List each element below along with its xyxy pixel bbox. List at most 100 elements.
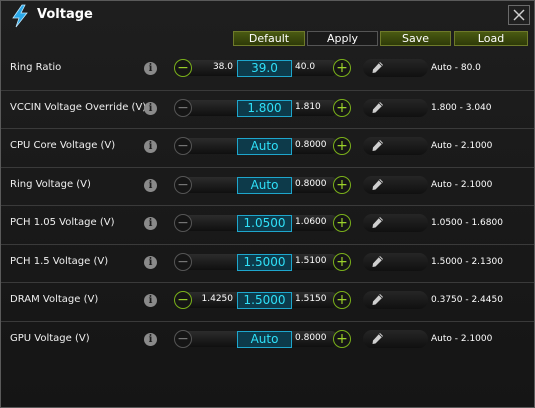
pencil-icon — [372, 62, 383, 73]
value-range: Auto - 2.1000 — [431, 179, 493, 190]
increment-button[interactable]: + — [333, 214, 351, 232]
decrement-button[interactable]: − — [174, 214, 192, 232]
setting-label: CPU Core Voltage (V) — [10, 140, 116, 151]
setting-label: Ring Voltage (V) — [10, 178, 91, 190]
manual-value-input[interactable] — [363, 137, 428, 155]
minus-icon: − — [177, 215, 189, 231]
decrement-button[interactable]: − — [174, 137, 192, 155]
title-bar: Voltage — [1, 1, 534, 31]
value-range: 1.5000 - 2.1300 — [431, 256, 503, 267]
info-icon[interactable]: i — [144, 140, 157, 153]
close-button[interactable] — [508, 5, 530, 25]
upper-step-value: 40.0 — [295, 62, 316, 72]
manual-value-input[interactable] — [363, 329, 428, 348]
setting-label: DRAM Voltage (V) — [10, 294, 99, 305]
pencil-icon — [372, 294, 383, 305]
value-range: Auto - 2.1000 — [431, 333, 493, 344]
pencil-icon — [372, 255, 383, 267]
minus-icon: − — [177, 253, 189, 270]
manual-value-input[interactable] — [363, 59, 428, 77]
manual-value-input[interactable] — [363, 214, 428, 232]
value-range: Auto - 2.1000 — [431, 141, 493, 151]
lower-step-value: 38.0 — [212, 62, 233, 72]
increment-button[interactable]: + — [333, 329, 351, 348]
save-button[interactable]: Save — [380, 31, 451, 46]
setting-row: CPU Core Voltage (V) i − Auto 0.8000 + A… — [1, 128, 534, 167]
setting-label: VCCIN Voltage Override (V) — [10, 101, 147, 113]
minus-icon: − — [177, 330, 189, 347]
increment-button[interactable]: + — [333, 291, 351, 309]
value-range: Auto - 80.0 — [431, 63, 481, 73]
setting-row: VCCIN Voltage Override (V) i − 1.800 1.8… — [1, 89, 534, 129]
value-range: 1.0500 - 1.6800 — [431, 218, 503, 228]
increment-button[interactable]: + — [333, 252, 351, 271]
value-range: 1.800 - 3.040 — [431, 102, 492, 113]
upper-step-value: 1.810 — [295, 101, 321, 112]
minus-icon: − — [177, 99, 189, 116]
current-value[interactable]: 1.0500 — [237, 215, 292, 232]
plus-icon: + — [336, 215, 348, 231]
decrement-button[interactable]: − — [174, 59, 192, 77]
current-value[interactable]: 1.5000 — [237, 253, 292, 271]
pencil-icon — [372, 178, 383, 190]
current-value[interactable]: Auto — [237, 138, 292, 155]
minus-icon: − — [177, 292, 189, 308]
upper-step-value: 0.8000 — [295, 178, 327, 189]
lower-step-value: 1.4250 — [201, 294, 234, 304]
minus-icon: − — [177, 176, 189, 193]
decrement-button[interactable]: − — [174, 175, 192, 194]
setting-row: PCH 1.5 Voltage (V) i − 1.5000 1.5100 + … — [1, 243, 534, 283]
minus-icon: − — [177, 138, 189, 154]
plus-icon: + — [336, 292, 348, 308]
manual-value-input[interactable] — [363, 175, 428, 194]
voltage-window: Voltage Default Apply Save Load Ring Rat… — [0, 0, 535, 408]
increment-button[interactable]: + — [333, 137, 351, 155]
current-value[interactable]: 1.800 — [237, 99, 292, 117]
current-value[interactable]: Auto — [237, 176, 292, 194]
apply-button[interactable]: Apply — [307, 31, 378, 46]
close-icon — [513, 9, 525, 21]
minus-icon: − — [177, 60, 189, 76]
manual-value-input[interactable] — [363, 98, 428, 117]
decrement-button[interactable]: − — [174, 291, 192, 309]
setting-label: Ring Ratio — [10, 62, 62, 73]
upper-step-value: 1.0600 — [295, 217, 327, 227]
setting-row: DRAM Voltage (V) i − 1.4250 1.5000 1.515… — [1, 282, 534, 321]
increment-button[interactable]: + — [333, 175, 351, 194]
info-icon[interactable]: i — [144, 101, 157, 115]
manual-value-input[interactable] — [363, 252, 428, 271]
info-icon[interactable]: i — [144, 332, 157, 346]
manual-value-input[interactable] — [363, 291, 428, 309]
setting-row: PCH 1.05 Voltage (V) i − 1.0500 1.0600 +… — [1, 205, 534, 244]
plus-icon: + — [336, 253, 348, 270]
lightning-icon — [12, 4, 28, 28]
plus-icon: + — [336, 99, 348, 116]
increment-button[interactable]: + — [333, 59, 351, 77]
value-range: 0.3750 - 2.4450 — [431, 295, 503, 305]
pencil-icon — [372, 217, 383, 228]
setting-row: Ring Voltage (V) i − Auto 0.8000 + Auto … — [1, 166, 534, 206]
toolbar: Default Apply Save Load — [1, 31, 534, 47]
decrement-button[interactable]: − — [174, 329, 192, 348]
info-icon[interactable]: i — [144, 217, 157, 230]
setting-row: Ring Ratio i − 38.0 39.0 40.0 + Auto - 8… — [1, 51, 534, 89]
info-icon[interactable]: i — [144, 178, 157, 192]
pencil-icon — [372, 332, 383, 344]
increment-button[interactable]: + — [333, 98, 351, 117]
info-icon[interactable]: i — [144, 294, 157, 307]
decrement-button[interactable]: − — [174, 98, 192, 117]
decrement-button[interactable]: − — [174, 252, 192, 271]
default-button[interactable]: Default — [233, 31, 305, 46]
setting-label: PCH 1.05 Voltage (V) — [10, 217, 115, 228]
plus-icon: + — [336, 176, 348, 193]
upper-step-value: 1.5150 — [295, 294, 327, 304]
current-value[interactable]: 1.5000 — [237, 292, 292, 309]
info-icon[interactable]: i — [144, 62, 157, 75]
current-value[interactable]: Auto — [237, 330, 292, 348]
setting-label: GPU Voltage (V) — [10, 332, 90, 344]
pencil-icon — [372, 101, 383, 113]
plus-icon: + — [336, 330, 348, 347]
info-icon[interactable]: i — [144, 255, 157, 269]
load-button[interactable]: Load — [454, 31, 528, 46]
current-value[interactable]: 39.0 — [237, 60, 292, 77]
